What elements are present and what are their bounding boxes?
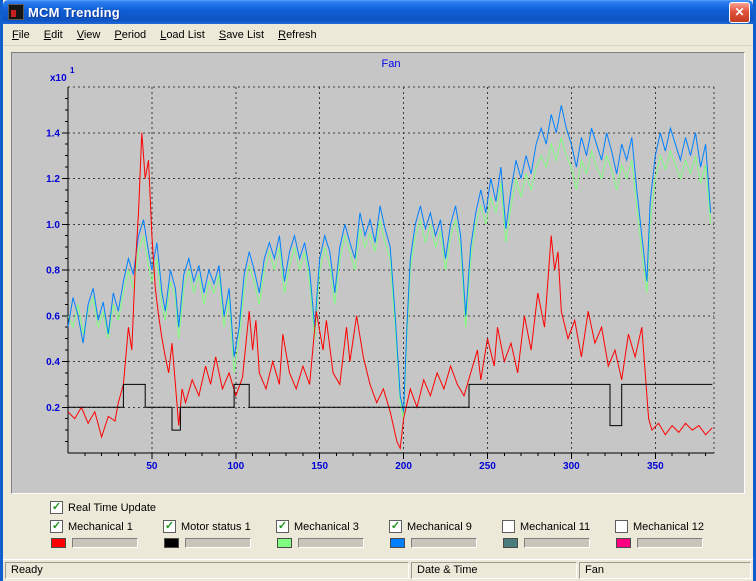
- series-toggle-mechanical-3: ✓ Mechanical 3: [276, 520, 389, 548]
- app-window: MCM Trending ✕ FileEditViewPeriodLoad Li…: [0, 0, 756, 581]
- series-color-row: [616, 538, 728, 548]
- series-color-swatch[interactable]: [503, 538, 518, 548]
- status-fan: Fan: [579, 562, 751, 579]
- series-checkbox-label: Motor status 1: [181, 521, 251, 533]
- series-color-row: [164, 538, 276, 548]
- series-line-mechanical-3: [68, 137, 711, 418]
- window-title: MCM Trending: [28, 5, 729, 20]
- svg-text:x10: x10: [50, 73, 67, 84]
- svg-text:50: 50: [146, 461, 158, 472]
- series-checkbox-label: Mechanical 1: [68, 521, 133, 533]
- svg-text:1.0: 1.0: [46, 220, 60, 231]
- series-color-row: [503, 538, 615, 548]
- series-toggles: ✓ Mechanical 1 ✓ Motor status 1 ✓ Mechanical …: [50, 520, 753, 548]
- series-checkbox-mechanical-1[interactable]: ✓ Mechanical 1: [50, 520, 163, 533]
- menu-item-period[interactable]: Period: [107, 26, 153, 44]
- series-toggle-mechanical-1: ✓ Mechanical 1: [50, 520, 163, 548]
- menu-item-save-list[interactable]: Save List: [212, 26, 271, 44]
- menu-item-view[interactable]: View: [70, 26, 108, 44]
- status-bar: Ready Date & Time Fan: [3, 559, 753, 581]
- menu-item-edit[interactable]: Edit: [37, 26, 70, 44]
- title-bar[interactable]: MCM Trending ✕: [3, 0, 753, 24]
- menu-item-load-list[interactable]: Load List: [153, 26, 212, 44]
- svg-text:350: 350: [647, 461, 664, 472]
- series-level-bar: [185, 538, 251, 548]
- svg-text:1.2: 1.2: [46, 174, 60, 185]
- menu-bar: FileEditViewPeriodLoad ListSave ListRefr…: [3, 24, 753, 46]
- checkbox-box[interactable]: ✓: [389, 520, 402, 533]
- status-ready: Ready: [5, 562, 409, 579]
- controls-area: ✓ Real Time Update ✓ Mechanical 1 ✓ Motor s…: [3, 498, 753, 559]
- svg-text:0.2: 0.2: [46, 403, 60, 414]
- series-toggle-motor-status-1: ✓ Motor status 1: [163, 520, 276, 548]
- svg-text:Fan: Fan: [382, 58, 401, 70]
- series-toggle-mechanical-12: Mechanical 12: [615, 520, 728, 548]
- series-level-bar: [298, 538, 364, 548]
- svg-text:300: 300: [563, 461, 580, 472]
- series-level-bar: [411, 538, 477, 548]
- series-color-swatch[interactable]: [51, 538, 66, 548]
- series-color-row: [277, 538, 389, 548]
- series-color-swatch[interactable]: [390, 538, 405, 548]
- trend-chart: 0.2 0.4 0.6 0.8 1.0 1.2 1.4 50 100 150 200 250 300 35…: [12, 53, 745, 491]
- svg-text:0.8: 0.8: [46, 266, 60, 277]
- series-color-swatch[interactable]: [277, 538, 292, 548]
- series-checkbox-mechanical-12[interactable]: Mechanical 12: [615, 520, 728, 533]
- real-time-update-checkbox[interactable]: ✓ Real Time Update: [50, 501, 753, 514]
- series-level-bar: [637, 538, 703, 548]
- svg-text:200: 200: [395, 461, 412, 472]
- series-checkbox-label: Mechanical 9: [407, 521, 472, 533]
- series-line-mechanical-9: [68, 105, 711, 412]
- series-level-bar: [72, 538, 138, 548]
- app-icon: [8, 4, 24, 20]
- menu-item-file[interactable]: File: [5, 26, 37, 44]
- series-checkbox-mechanical-9[interactable]: ✓ Mechanical 9: [389, 520, 502, 533]
- series-level-bar: [524, 538, 590, 548]
- series-checkbox-mechanical-11[interactable]: Mechanical 11: [502, 520, 615, 533]
- svg-text:0.4: 0.4: [46, 357, 60, 368]
- series-checkbox-label: Mechanical 11: [520, 521, 590, 533]
- checkbox-box[interactable]: ✓: [276, 520, 289, 533]
- series-color-swatch[interactable]: [616, 538, 631, 548]
- checkbox-box[interactable]: ✓: [50, 520, 63, 533]
- svg-text:150: 150: [311, 461, 328, 472]
- chart-panel: 0.2 0.4 0.6 0.8 1.0 1.2 1.4 50 100 150 200 250 300 35…: [11, 52, 745, 494]
- svg-text:0.6: 0.6: [46, 311, 60, 322]
- status-date-time: Date & Time: [411, 562, 577, 579]
- series-checkbox-label: Mechanical 3: [294, 521, 359, 533]
- checkbox-box[interactable]: [502, 520, 515, 533]
- svg-text:1.4: 1.4: [46, 128, 60, 139]
- svg-text:100: 100: [227, 461, 244, 472]
- checkbox-box[interactable]: ✓: [163, 520, 176, 533]
- svg-text:250: 250: [479, 461, 496, 472]
- close-button[interactable]: ✕: [729, 2, 750, 23]
- series-color-row: [51, 538, 163, 548]
- series-line-mechanical-1: [68, 133, 712, 449]
- checkbox-box[interactable]: ✓: [50, 501, 63, 514]
- series-checkbox-label: Mechanical 12: [633, 521, 704, 533]
- series-toggle-mechanical-11: Mechanical 11: [502, 520, 615, 548]
- series-color-row: [390, 538, 502, 548]
- series-line-motor-status-1: [68, 384, 712, 430]
- series-checkbox-motor-status-1[interactable]: ✓ Motor status 1: [163, 520, 276, 533]
- checkbox-box[interactable]: [615, 520, 628, 533]
- series-checkbox-mechanical-3[interactable]: ✓ Mechanical 3: [276, 520, 389, 533]
- series-toggle-mechanical-9: ✓ Mechanical 9: [389, 520, 502, 548]
- svg-text:1: 1: [70, 66, 75, 75]
- series-color-swatch[interactable]: [164, 538, 179, 548]
- menu-item-refresh[interactable]: Refresh: [271, 26, 324, 44]
- real-time-update-label: Real Time Update: [68, 502, 156, 514]
